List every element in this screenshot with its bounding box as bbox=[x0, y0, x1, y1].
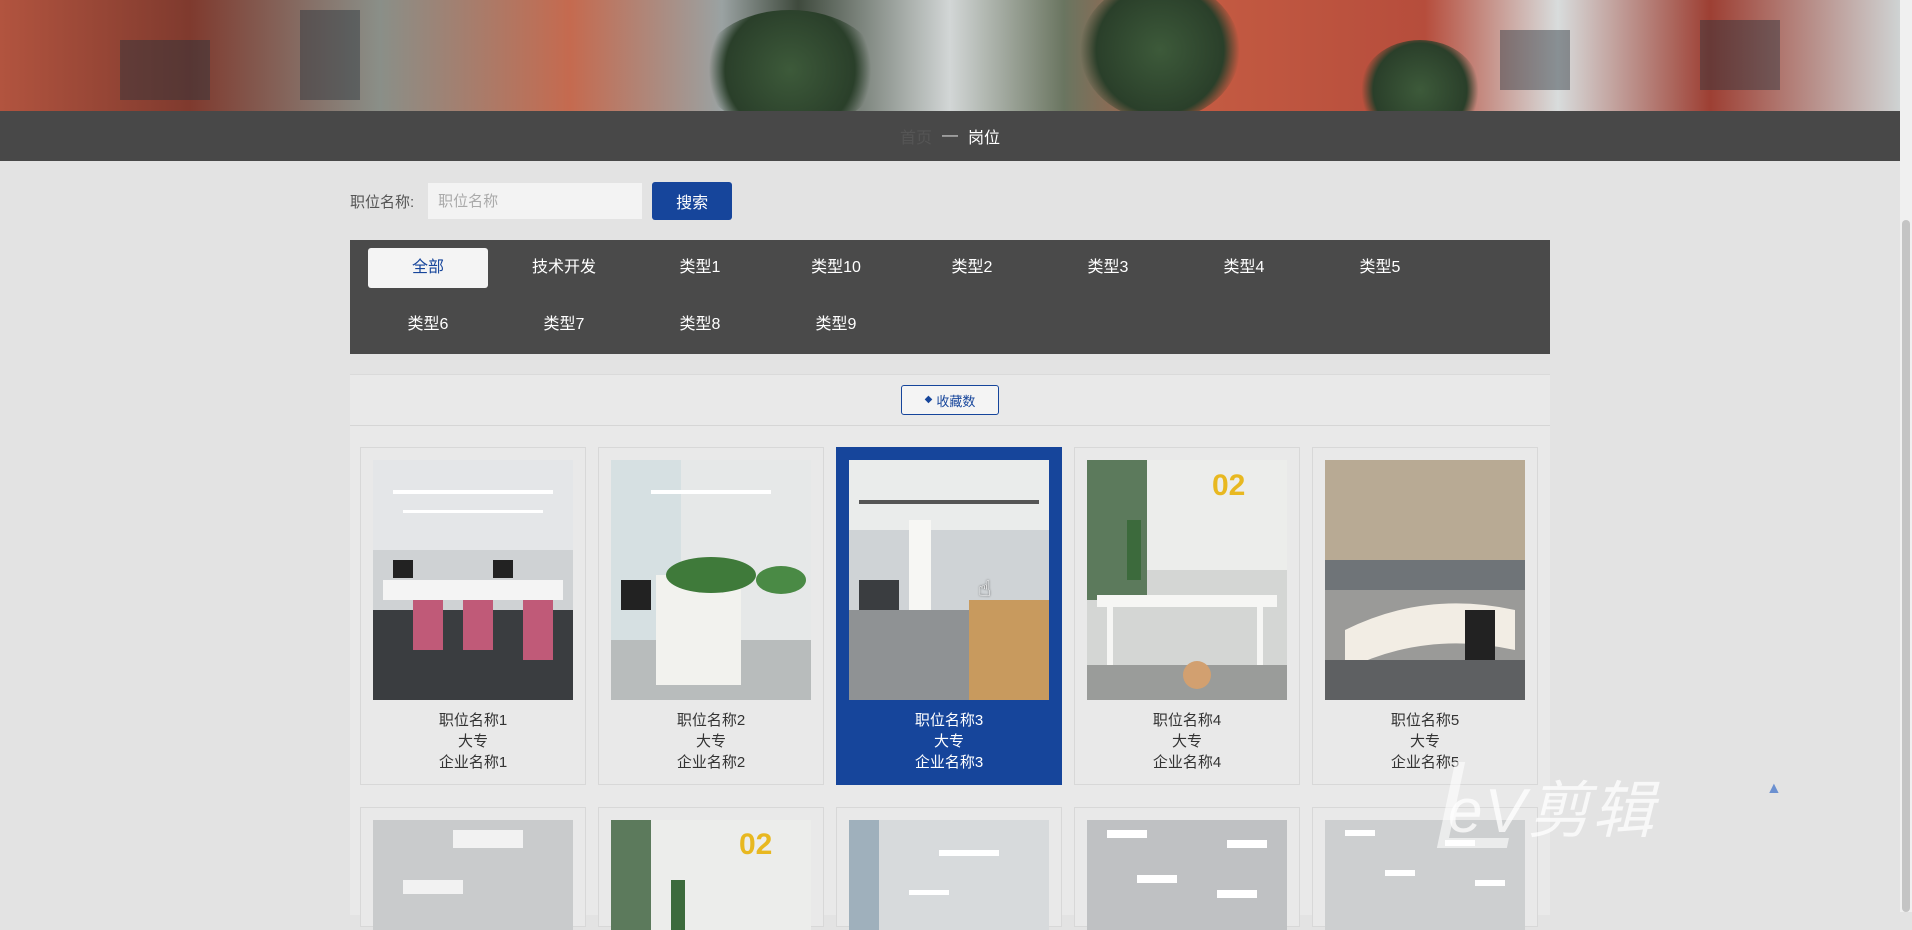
breadcrumb-current: 岗位 bbox=[968, 130, 1001, 147]
job-card[interactable]: 职位名称5 大专 企业名称5 bbox=[1312, 447, 1538, 785]
header-banner-image bbox=[0, 0, 1900, 111]
job-image bbox=[1325, 460, 1525, 700]
scrollbar-thumb[interactable] bbox=[1902, 220, 1910, 912]
search-form: 职位名称: 搜索 bbox=[350, 181, 733, 221]
category-type10[interactable]: 类型10 bbox=[776, 248, 896, 288]
watermark-text: eV剪辑 bbox=[1448, 777, 1656, 846]
thumb-number: 02 bbox=[1212, 469, 1245, 502]
job-card[interactable] bbox=[836, 807, 1062, 930]
job-image bbox=[373, 460, 573, 700]
job-image bbox=[373, 820, 573, 930]
job-company: 企业名称4 bbox=[1152, 754, 1222, 771]
job-education: 大专 bbox=[695, 733, 726, 750]
job-card[interactable]: 02 bbox=[598, 807, 824, 930]
sort-bar: ◆ 收藏数 bbox=[350, 375, 1550, 426]
job-title: 职位名称1 bbox=[438, 712, 508, 729]
job-card[interactable]: 职位名称2 大专 企业名称2 bbox=[598, 447, 824, 785]
job-title: 职位名称4 bbox=[1152, 712, 1222, 729]
job-company: 企业名称1 bbox=[438, 754, 508, 771]
back-to-top-icon[interactable]: ▲ bbox=[1766, 780, 1782, 798]
job-card[interactable] bbox=[360, 807, 586, 930]
job-image bbox=[1087, 820, 1287, 930]
category-type2[interactable]: 类型2 bbox=[912, 248, 1032, 288]
job-image: 02 bbox=[611, 820, 811, 930]
job-card-selected[interactable]: 职位名称3 大专 企业名称3 bbox=[836, 447, 1062, 785]
job-company: 企业名称2 bbox=[676, 754, 746, 771]
job-image bbox=[849, 820, 1049, 930]
job-list-panel: ◆ 收藏数 职位名称1 大专 企业名称1 职位名称2 大专 企业名称2 职位名称… bbox=[350, 374, 1550, 930]
category-type4[interactable]: 类型4 bbox=[1184, 248, 1304, 288]
breadcrumb: 首页 — 岗位 bbox=[0, 111, 1900, 161]
job-title: 职位名称5 bbox=[1390, 712, 1460, 729]
job-title: 职位名称2 bbox=[676, 712, 746, 729]
category-type9[interactable]: 类型9 bbox=[776, 305, 896, 345]
category-type7[interactable]: 类型7 bbox=[504, 305, 624, 345]
category-type8[interactable]: 类型8 bbox=[640, 305, 760, 345]
breadcrumb-separator: — bbox=[942, 127, 958, 144]
search-label: 职位名称: bbox=[350, 193, 415, 211]
category-tech-dev[interactable]: 技术开发 bbox=[504, 248, 624, 288]
job-image bbox=[849, 460, 1049, 700]
category-type1[interactable]: 类型1 bbox=[640, 248, 760, 288]
job-card[interactable]: 02 职位名称4 大专 企业名称4 bbox=[1074, 447, 1300, 785]
job-company: 企业名称3 bbox=[914, 754, 984, 771]
sort-icon: ◆ bbox=[924, 394, 933, 405]
search-button[interactable]: 搜索 bbox=[652, 182, 733, 220]
job-image bbox=[611, 460, 811, 700]
category-type6[interactable]: 类型6 bbox=[368, 305, 488, 345]
job-education: 大专 bbox=[1171, 733, 1202, 750]
job-education: 大专 bbox=[933, 733, 964, 750]
category-all[interactable]: 全部 bbox=[368, 248, 488, 288]
job-card[interactable] bbox=[1074, 807, 1300, 930]
sort-by-favorites-button[interactable]: ◆ 收藏数 bbox=[901, 385, 999, 415]
job-education: 大专 bbox=[457, 733, 488, 750]
category-type5[interactable]: 类型5 bbox=[1320, 248, 1440, 288]
category-filter-panel: 全部 技术开发 类型1 类型10 类型2 类型3 类型4 类型5 类型6 类型7… bbox=[350, 240, 1550, 354]
page-scrollbar[interactable] bbox=[1900, 0, 1912, 912]
pointer-cursor-icon: ☝ bbox=[978, 576, 992, 601]
breadcrumb-home-link[interactable]: 首页 bbox=[900, 124, 932, 148]
thumb-number: 02 bbox=[739, 828, 772, 861]
job-title: 职位名称3 bbox=[914, 712, 984, 729]
job-image: 02 bbox=[1087, 460, 1287, 700]
job-education: 大专 bbox=[1409, 733, 1440, 750]
category-type3[interactable]: 类型3 bbox=[1048, 248, 1168, 288]
sort-label: 收藏数 bbox=[936, 393, 976, 409]
job-card[interactable]: 职位名称1 大专 企业名称1 bbox=[360, 447, 586, 785]
job-name-search-input[interactable] bbox=[428, 183, 643, 219]
